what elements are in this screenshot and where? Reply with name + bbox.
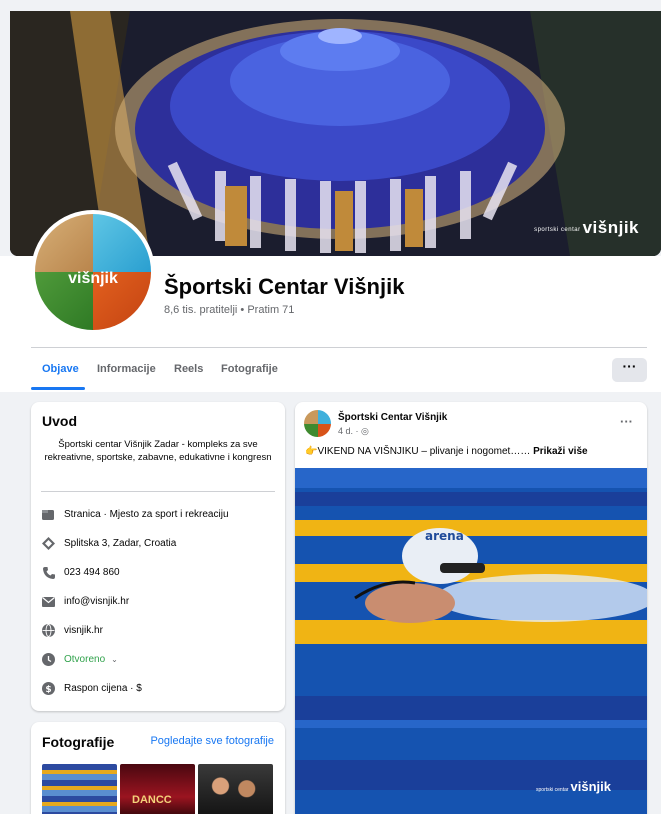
- see-more-link[interactable]: Prikaži više: [533, 446, 587, 457]
- intro-card: Uvod Športski centar Višnjik Zadar - kom…: [31, 402, 285, 711]
- photo-thumbnail[interactable]: DANCC: [120, 764, 195, 814]
- clock-icon: [42, 653, 55, 666]
- post-timestamp[interactable]: 4 d. · ◎: [338, 426, 369, 437]
- intro-divider: [41, 491, 275, 492]
- thumbnail-caption: DANCC: [132, 794, 172, 806]
- cover-logo: sportski centar višnjik: [534, 218, 639, 237]
- globe-icon: [42, 624, 55, 637]
- active-tab-indicator: [31, 387, 85, 390]
- chevron-down-icon: ⌄: [111, 655, 118, 664]
- photo-thumbnail[interactable]: [42, 764, 117, 814]
- intro-row-category: Stranica · Mjesto za sport i rekreaciju: [42, 508, 229, 521]
- post-author-name[interactable]: Športski Centar Višnjik: [338, 412, 447, 423]
- svg-text:$: $: [45, 685, 51, 695]
- avatar-quadrant-wood: [35, 214, 93, 272]
- photo-thumbnail[interactable]: [198, 764, 273, 814]
- photos-title: Fotografije: [42, 734, 115, 750]
- phone-icon: [42, 566, 55, 579]
- svg-text:arena: arena: [425, 529, 464, 543]
- page-followers[interactable]: 8,6 tis. pratitelji • Pratim 71: [164, 304, 294, 316]
- tab-objave[interactable]: Objave: [42, 363, 79, 375]
- mail-icon: [42, 595, 55, 608]
- avatar-quadrant-water: [93, 214, 151, 272]
- globe-icon: ◎: [361, 426, 369, 436]
- intro-row-hours[interactable]: Otvoreno ⌄: [42, 653, 118, 666]
- post-text: 👉VIKEND NA VIŠNJIKU – plivanje i nogomet…: [305, 446, 588, 457]
- post-swimmer-illustration: arena: [295, 468, 647, 814]
- post-author-avatar[interactable]: [304, 410, 331, 437]
- intro-title: Uvod: [42, 413, 77, 429]
- post-options-button[interactable]: ···: [620, 414, 633, 429]
- profile-avatar[interactable]: višnjik: [31, 210, 155, 334]
- more-options-button[interactable]: ···: [612, 358, 647, 382]
- intro-row-price: $ Raspon cijena · $: [42, 682, 142, 695]
- location-icon: [42, 537, 55, 550]
- see-all-photos-link[interactable]: Pogledajte sve fotografije: [150, 735, 274, 747]
- avatar-logo: višnjik: [68, 270, 118, 287]
- photos-card: Fotografije Pogledajte sve fotografije D…: [31, 722, 285, 814]
- intro-row-email[interactable]: info@visnjik.hr: [42, 595, 129, 608]
- post-image[interactable]: arena sportski centar višnjik: [295, 468, 647, 814]
- page-title: Športski Centar Višnjik: [164, 274, 405, 299]
- tab-fotografije[interactable]: Fotografije: [221, 363, 278, 375]
- post-image-logo: sportski centar višnjik: [536, 779, 611, 794]
- intro-description: Športski centar Višnjik Zadar - kompleks…: [44, 439, 272, 463]
- flag-icon: [42, 508, 55, 521]
- intro-row-website[interactable]: visnjik.hr: [42, 624, 103, 637]
- intro-row-address[interactable]: Splitska 3, Zadar, Croatia: [42, 537, 176, 550]
- post-card: Športski Centar Višnjik 4 d. · ◎ ··· 👉VI…: [295, 402, 647, 814]
- intro-row-phone[interactable]: 023 494 860: [42, 566, 120, 579]
- price-icon: $: [42, 682, 55, 695]
- tab-reels[interactable]: Reels: [174, 363, 203, 375]
- tab-informacije[interactable]: Informacije: [97, 363, 156, 375]
- tabs-divider: [31, 347, 647, 348]
